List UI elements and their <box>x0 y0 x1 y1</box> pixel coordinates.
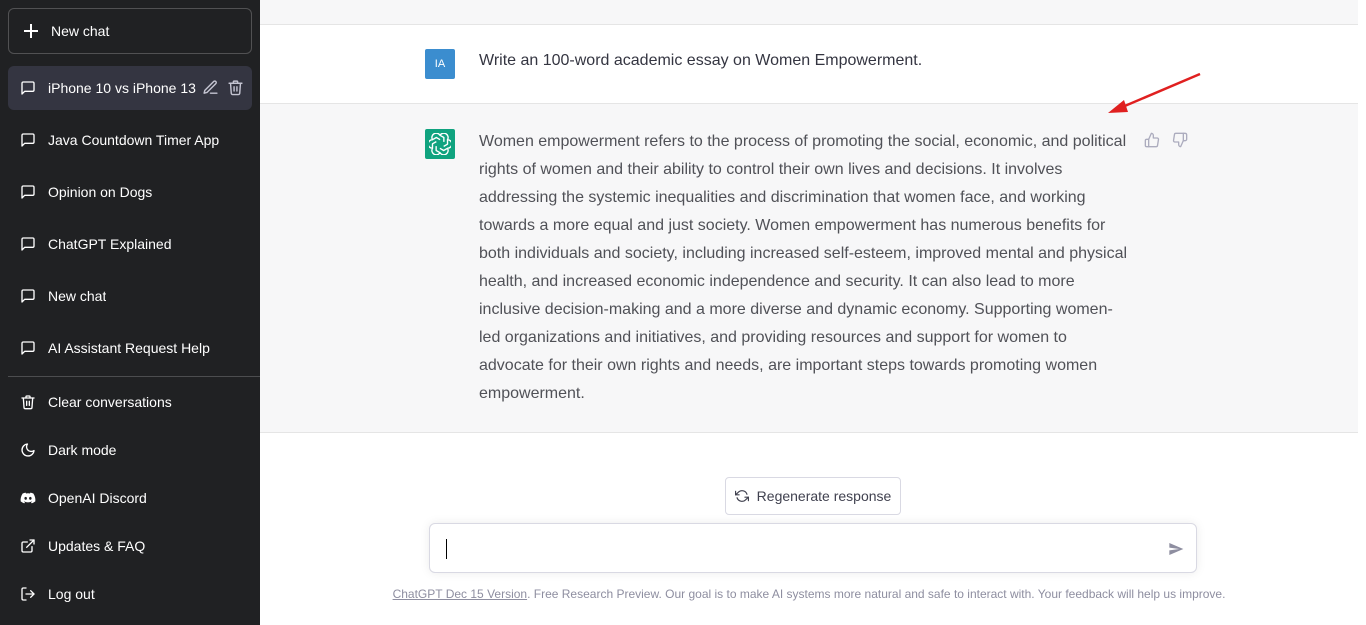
dark-mode-button[interactable]: Dark mode <box>8 428 252 472</box>
chat-item-actions <box>202 79 244 96</box>
message-icon <box>20 184 36 200</box>
version-link[interactable]: ChatGPT Dec 15 Version <box>393 587 528 601</box>
new-chat-label: New chat <box>51 23 110 39</box>
menu-item-label: Dark mode <box>48 442 117 458</box>
sidebar-menu: Clear conversations Dark mode OpenAI Dis… <box>8 380 252 620</box>
chat-item-chatgpt-explained[interactable]: ChatGPT Explained <box>8 222 252 266</box>
openai-discord-link[interactable]: OpenAI Discord <box>8 476 252 520</box>
chat-item-dogs[interactable]: Opinion on Dogs <box>8 170 252 214</box>
delete-icon[interactable] <box>227 79 244 96</box>
new-chat-button[interactable]: New chat <box>8 8 252 54</box>
log-out-button[interactable]: Log out <box>8 572 252 616</box>
send-icon[interactable] <box>1168 541 1184 557</box>
text-cursor <box>446 539 447 559</box>
footer-disclaimer: ChatGPT Dec 15 Version. Free Research Pr… <box>260 587 1358 601</box>
footer-text: . Free Research Preview. Our goal is to … <box>527 587 1226 601</box>
message-icon <box>20 288 36 304</box>
message-input[interactable] <box>444 536 1148 564</box>
regenerate-response-button[interactable]: Regenerate response <box>725 477 901 515</box>
regenerate-label: Regenerate response <box>756 488 892 504</box>
message-icon <box>20 236 36 252</box>
openai-logo-icon <box>425 129 455 159</box>
discord-icon <box>20 490 36 506</box>
menu-item-label: Clear conversations <box>48 394 172 410</box>
feedback-buttons <box>1144 132 1188 148</box>
thumbs-down-icon[interactable] <box>1172 132 1188 148</box>
chat-item-java-timer[interactable]: Java Countdown Timer App <box>8 118 252 162</box>
thumbs-up-icon[interactable] <box>1144 132 1160 148</box>
menu-item-label: OpenAI Discord <box>48 490 147 506</box>
annotation-arrow-icon <box>1108 72 1201 113</box>
user-message-text: Write an 100-word academic essay on Wome… <box>479 52 923 69</box>
chat-item-label: iPhone 10 vs iPhone 13 <box>48 80 196 96</box>
chat-item-iphone[interactable]: iPhone 10 vs iPhone 13 <box>8 66 252 110</box>
user-avatar: IA <box>425 49 455 79</box>
message-composer <box>429 523 1197 573</box>
chat-item-label: ChatGPT Explained <box>48 236 172 252</box>
chat-history-list: iPhone 10 vs iPhone 13 Java Countdown Ti… <box>8 66 252 378</box>
menu-item-label: Log out <box>48 586 95 602</box>
moon-icon <box>20 442 36 458</box>
menu-item-label: Updates & FAQ <box>48 538 146 554</box>
previous-message-strip <box>260 0 1358 25</box>
edit-icon[interactable] <box>202 79 219 96</box>
assistant-message-row: Women empowerment refers to the process … <box>260 104 1358 433</box>
logout-icon <box>20 586 36 602</box>
chat-item-label: AI Assistant Request Help <box>48 340 210 356</box>
chat-item-ai-assistant[interactable]: AI Assistant Request Help <box>8 326 252 370</box>
chat-item-new-chat[interactable]: New chat <box>8 274 252 318</box>
main-panel: IA Write an 100-word academic essay on W… <box>260 0 1358 625</box>
message-icon <box>20 340 36 356</box>
sidebar: New chat iPhone 10 vs iPhone 13 Java Cou… <box>0 0 260 625</box>
trash-icon <box>20 394 36 410</box>
external-link-icon <box>20 538 36 554</box>
clear-conversations-button[interactable]: Clear conversations <box>8 380 252 424</box>
plus-icon <box>23 23 39 39</box>
message-icon <box>20 80 36 96</box>
updates-faq-link[interactable]: Updates & FAQ <box>8 524 252 568</box>
chat-item-label: Opinion on Dogs <box>48 184 153 200</box>
refresh-icon <box>734 489 749 503</box>
assistant-message-text: Women empowerment refers to the process … <box>479 133 1128 402</box>
sidebar-divider <box>8 376 260 377</box>
chat-item-label: New chat <box>48 288 107 304</box>
chat-item-label: Java Countdown Timer App <box>48 132 220 148</box>
message-icon <box>20 132 36 148</box>
